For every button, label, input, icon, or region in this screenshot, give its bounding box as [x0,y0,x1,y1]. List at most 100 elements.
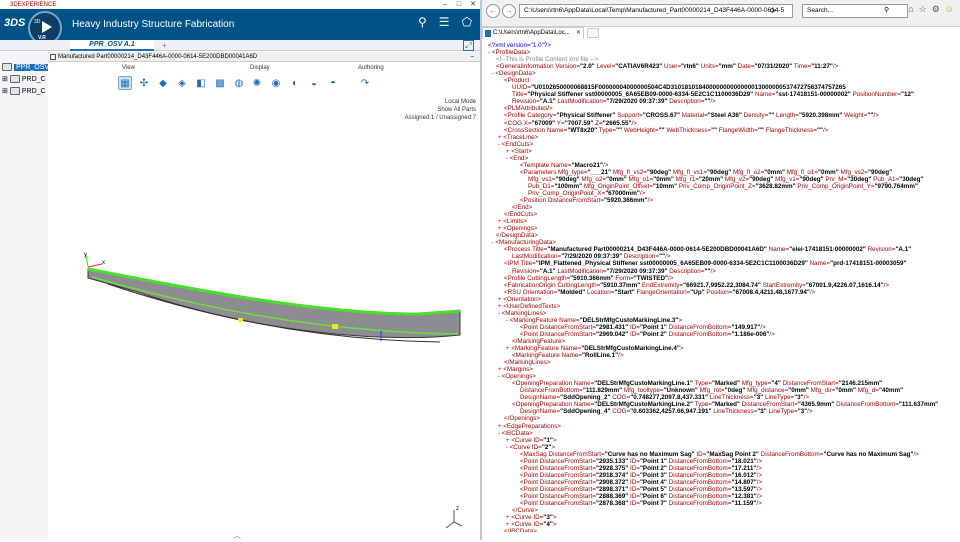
svg-text:y: y [84,252,87,258]
xml-line: DesignName="SddOpening_4" COG="0.603362,… [520,408,813,416]
render-icon[interactable]: ◍ [232,76,246,90]
close-tab-icon[interactable]: ✕ [576,28,581,39]
tree-item[interactable]: PPR_OSV [2,63,52,71]
pan-icon[interactable]: ✣ [137,76,151,90]
tree-item[interactable]: ⊞ PRD_C [2,87,46,95]
atom-icon[interactable]: ✺ [250,76,264,90]
xml-line: + <MarkingFeature Name="DELStrMfgCustoMa… [505,345,684,353]
compass-3d-label: 3D [34,19,41,25]
xml-line: <RSU Orientation="Molded" Location="Star… [504,288,816,296]
expand-plus-icon[interactable]: ⊞ [2,87,8,95]
xml-line: + <Margins> [497,366,533,374]
browser-tab[interactable]: C:\Users\rtn6\AppData\Loc... ✕ [482,27,584,39]
group-label: View [122,65,135,71]
fit-all-icon[interactable]: ▦ [118,76,132,90]
xml-line: <Point DistanceFromStart="2888.369" ID="… [520,493,763,500]
xml-line: <GeneralInformation Version="2.0" Level=… [496,63,839,71]
editor-tab-bar: PPR_OSV A.1 + ⤢ [0,40,480,51]
xml-line: <Position DistanceFromStart="5920.366mm"… [520,197,653,205]
wireframe-icon[interactable]: ▩ [213,76,227,90]
smiley-icon[interactable]: ☺ [945,4,954,15]
address-bar[interactable]: C:\Users\rtn6\AppData\Local\Temp\Manufac… [519,4,793,18]
gear-icon[interactable]: ⚙ [932,4,940,15]
hook-icon[interactable]: ↷ [358,76,372,90]
expand-icon[interactable]: ⤢ [463,40,474,51]
view-group: View ▦ ✣ ◆ ◈ ◧ ▩ ◍ [118,65,246,101]
home-icon[interactable]: ⌂ [908,4,913,15]
refresh-icon[interactable]: ⟳ [770,7,776,15]
tag-icon[interactable]: ⬠ [462,15,472,29]
document-title: Manufactured Part00000214_D43F446A-0000-… [58,54,258,60]
minimize-icon[interactable]: – [471,52,474,62]
assigned-label: Assigned:1 / Unassigned:7 [404,115,476,121]
front-view-icon[interactable]: ◈ [175,76,189,90]
xml-line: + <Curve ID="3"> [505,514,557,522]
action-bar: View ▦ ✣ ◆ ◈ ◧ ▩ ◍ Display ✺ ◉ ◐ ◒ ◓ Aut… [118,65,408,101]
xml-line: <Point DistanceFromStart="2935.133" ID="… [520,457,763,465]
new-tab-button[interactable] [587,28,599,38]
expand-plus-icon[interactable]: ⊞ [2,75,8,83]
document-icon [50,54,56,60]
xml-line: <OpeningPreparation Name="DELStrMfgCusto… [512,401,939,409]
xml-line: </EndCuts> [504,211,538,219]
add-tab-button[interactable]: + [162,40,167,51]
xml-line: + <Limits> [497,218,527,226]
xml-line: - <MarkingLines> [497,309,547,317]
svg-text:x: x [102,260,105,266]
show-label: Show All Parts [437,107,476,113]
authoring-group: Authoring ↷ [358,65,384,101]
xml-line: + <Curve ID="4"> [505,521,557,529]
xml-line: <Point DistanceFromStart="2908.372" ID="… [520,478,763,486]
back-icon[interactable]: ← [486,4,500,18]
hide-icon[interactable]: ◐ [288,76,302,90]
xml-line: </IBCData> [504,528,537,532]
display-group: Display ✺ ◉ ◐ ◒ ◓ [250,65,340,101]
xml-line: <Profile Category="Physical Stiffener" S… [504,112,879,120]
group-label: Authoring [358,65,384,71]
close-icon[interactable]: ✕ [466,0,480,9]
document-window: y x z Manufactured Part00000214_D43F446A… [48,52,480,540]
xml-line: + <UserDefinedTexts> [497,302,561,310]
maximize-icon[interactable]: □ [452,0,466,9]
xml-line: Revision="A.1" LastModification="7/29/20… [512,267,716,275]
xml-line: + <TraceLine> [497,133,539,141]
profile-3d-model: y x z [84,252,463,529]
minimize-icon[interactable]: – [438,0,452,9]
chevron-up-icon[interactable]: ︿ [233,530,241,541]
xml-line: - <IBCData> [497,429,533,437]
xml-line: </DesignData> [496,232,539,240]
show-icon[interactable]: ◓ [326,76,340,90]
star-icon[interactable]: ☆ [919,4,927,15]
search-icon[interactable]: ⚲ [418,15,427,29]
search-icon[interactable]: ⚲ [884,6,889,14]
xml-line: Priv_Comp_OriginPoint_X="67000mm"/> [528,189,646,197]
menu-icon[interactable]: ☰ [439,15,450,29]
window-title-bar: 3DEXPERIENCE – □ ✕ [0,0,480,9]
xml-line: <Point DistanceFromStart="2878.368" ID="… [520,500,762,508]
mode-info: Local Mode Show All Parts Assigned:1 / U… [405,98,476,122]
xml-line: </MarkingLines> [504,359,551,367]
ds-logo[interactable]: 3DS [4,17,25,29]
view-options-icon[interactable]: ◧ [194,76,208,90]
xml-line: </MarkingFeature> [512,337,566,345]
xml-line: + <EdgePreparations> [497,422,561,430]
product-icon [9,75,20,83]
xml-line: <Point DistanceFromStart="2969.042" ID="… [520,330,775,338]
internet-explorer-window: ← → C:\Users\rtn6\AppData\Local\Temp\Man… [482,0,960,540]
3d-viewport[interactable]: y x z [48,52,480,540]
xml-line: LastModification="7/29/2020 09:37:39" De… [512,253,671,261]
layers-icon[interactable]: ◒ [307,76,321,90]
xml-line: + <Start> [505,147,532,155]
shading-icon[interactable]: ◉ [269,76,283,90]
xml-line: <FabricationOrigin CuttingLength="5910.3… [504,281,890,289]
tab-ppr-osv[interactable]: PPR_OSV A.1 [70,40,154,51]
xml-line: </End> [512,204,533,212]
xml-line: Pub_D1="100mm" Mfg_OriginPoint_Offset="1… [528,182,918,190]
xml-line: DistanceFromBottom="111.829mm" Mfg_toolt… [520,387,904,395]
xml-line: + <Curve ID="1"> [505,436,557,444]
iso-view-icon[interactable]: ◆ [156,76,170,90]
tree-item[interactable]: ⊞ PRD_C [2,75,46,83]
search-input[interactable]: Search... [802,4,908,18]
xml-line: <!--This is Profile Content xml file --> [496,56,599,64]
forward-icon[interactable]: → [502,4,516,18]
